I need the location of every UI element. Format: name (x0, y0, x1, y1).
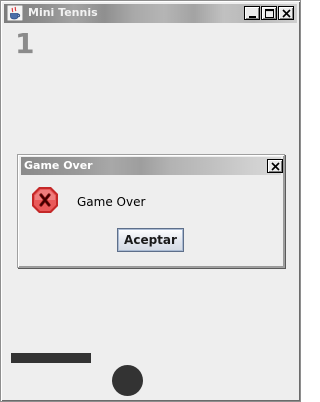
close-icon (282, 9, 291, 18)
error-x-icon (30, 185, 60, 215)
maximize-button[interactable] (261, 6, 277, 20)
accept-button[interactable]: Aceptar (117, 228, 184, 252)
minimize-button[interactable] (244, 6, 260, 20)
close-icon (271, 162, 280, 171)
window-title: Mini Tennis (28, 6, 98, 19)
java-cup-icon (6, 4, 24, 22)
racquet[interactable] (11, 353, 91, 363)
dialog-title: Game Over (24, 159, 93, 172)
maximize-icon (265, 9, 274, 18)
dialog-titlebar[interactable]: Game Over (21, 157, 283, 175)
game-window: Mini Tennis 1 Game Over Game Over Acepta… (0, 0, 301, 402)
score-counter: 1 (15, 27, 35, 60)
close-button[interactable] (278, 6, 294, 20)
dialog-message: Game Over (77, 195, 146, 209)
dialog-close-button[interactable] (267, 159, 283, 173)
game-over-dialog: Game Over Game Over Aceptar (17, 154, 285, 268)
minimize-icon (249, 16, 256, 18)
ball (112, 365, 143, 396)
window-titlebar[interactable]: Mini Tennis (4, 4, 297, 23)
